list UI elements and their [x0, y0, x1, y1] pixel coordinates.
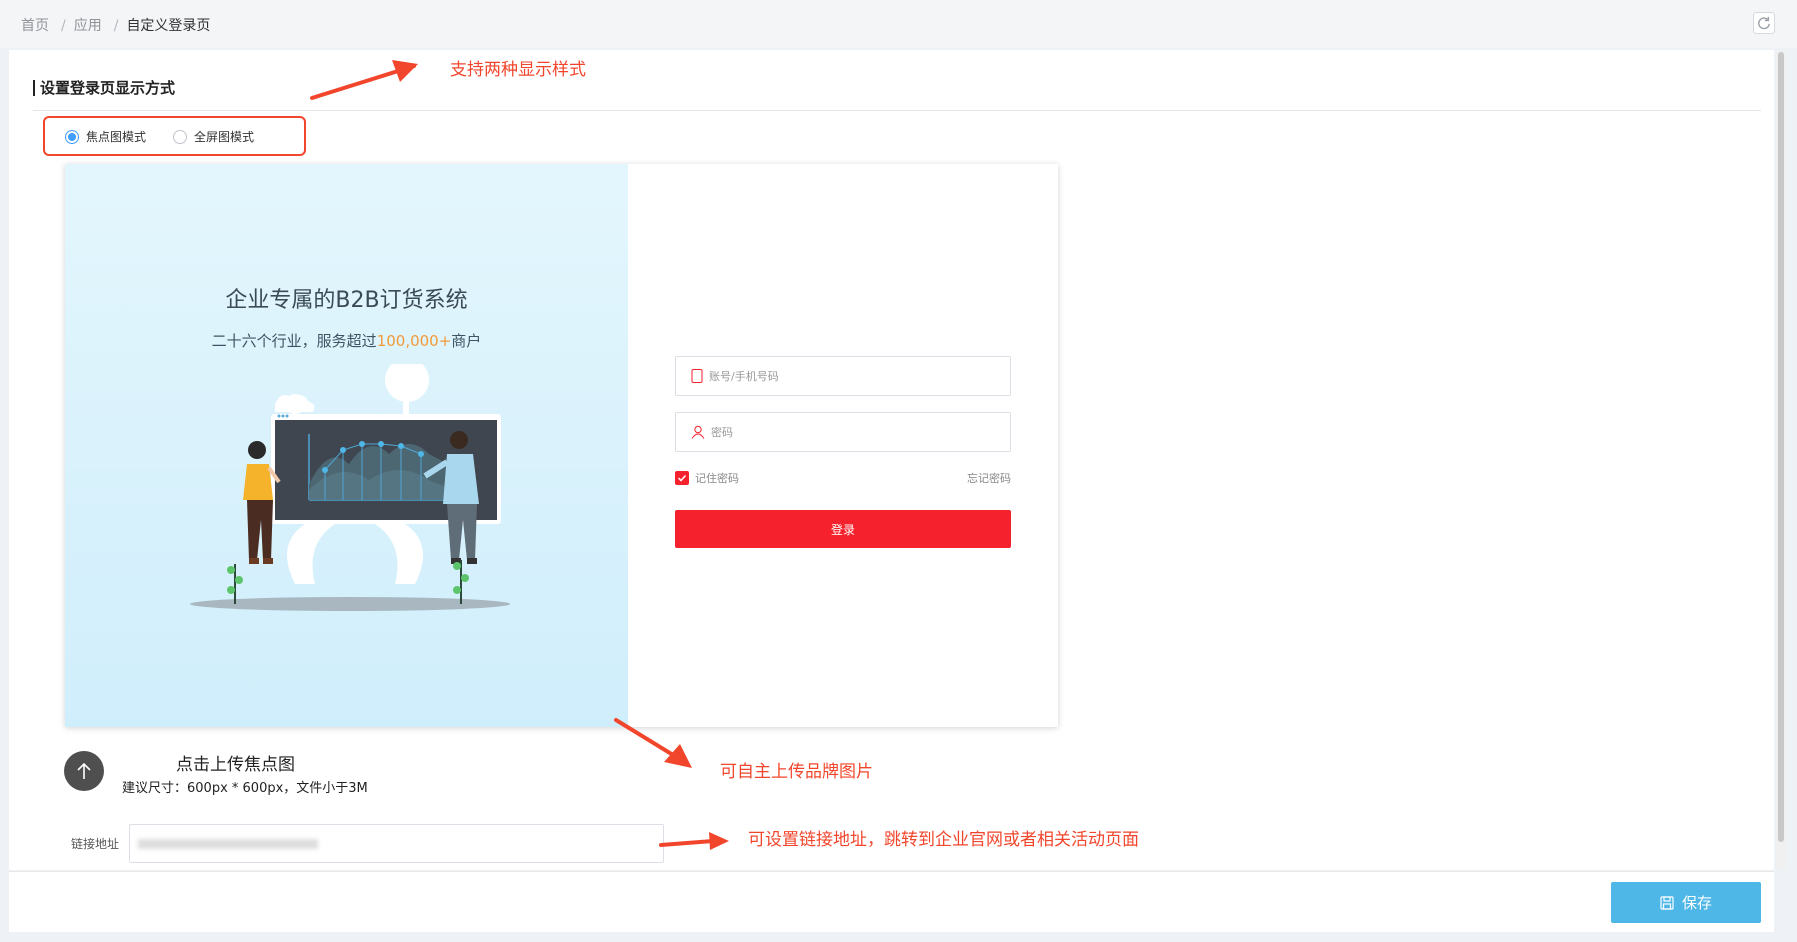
link-input[interactable]	[129, 824, 664, 863]
login-preview: 企业专属的B2B订货系统 二十六个行业，服务超过100,000+商户 账号/手机…	[65, 164, 1058, 727]
breadcrumb-separator: /	[113, 18, 119, 34]
breadcrumb: 首页 / 应用 / 自定义登录页	[21, 15, 218, 35]
radio-fullscreen-mode[interactable]: 全屏图模式	[173, 128, 254, 145]
footer-bar	[9, 872, 1774, 932]
remember-checkbox[interactable]	[675, 471, 689, 485]
preview-subline-prefix: 二十六个行业，服务超过	[211, 332, 377, 350]
radio-focus-mode-circle[interactable]	[65, 129, 79, 144]
remember-label: 记住密码	[695, 472, 739, 485]
password-field[interactable]: 密码	[675, 412, 1011, 452]
annotation-arrow-link	[659, 832, 729, 850]
preview-subline-suffix: 商户	[451, 332, 482, 350]
upload-hint: 建议尺寸：600px * 600px，文件小于3M	[122, 781, 368, 796]
preview-headline: 企业专属的B2B订货系统	[225, 288, 468, 313]
forgot-password-link[interactable]: 忘记密码	[967, 470, 1011, 486]
radio-focus-mode-label: 焦点图模式	[86, 130, 147, 144]
section-title: 设置登录页显示方式	[33, 80, 175, 96]
link-input-blurred-value	[138, 839, 318, 849]
refresh-icon	[1758, 16, 1770, 30]
save-icon	[1660, 895, 1674, 910]
user-icon	[691, 425, 705, 439]
annotation-arrow-brand	[614, 718, 692, 768]
remember-password[interactable]: 记住密码	[675, 470, 739, 486]
breadcrumb-home[interactable]: 首页	[21, 18, 49, 34]
refresh-button[interactable]	[1753, 12, 1775, 34]
top-bar: 首页 / 应用 / 自定义登录页	[0, 0, 1797, 48]
link-label: 链接地址	[71, 837, 120, 851]
radio-fullscreen-mode-circle[interactable]	[173, 129, 187, 144]
breadcrumb-current: 自定义登录页	[126, 18, 211, 34]
phone-icon	[691, 369, 703, 383]
password-placeholder: 密码	[711, 426, 733, 439]
account-field[interactable]: 账号/手机号码	[675, 356, 1011, 396]
save-label: 保存	[1681, 894, 1712, 912]
preview-subline: 二十六个行业，服务超过100,000+商户	[65, 330, 628, 351]
breadcrumb-apps[interactable]: 应用	[74, 18, 102, 34]
display-mode-radio-group: 焦点图模式 全屏图模式	[43, 116, 306, 156]
upload-button[interactable]	[64, 751, 104, 791]
scrollbar-thumb[interactable]	[1778, 52, 1784, 842]
section-divider	[33, 110, 1761, 111]
arrow-up-icon	[77, 762, 91, 779]
login-button[interactable]: 登录	[675, 510, 1011, 548]
annotation-arrow-styles	[310, 60, 418, 100]
breadcrumb-separator: /	[61, 18, 66, 34]
annotation-link: 可设置链接地址，跳转到企业官网或者相关活动页面	[748, 830, 1139, 850]
checkmark-icon	[677, 474, 687, 482]
focus-image-area[interactable]: 企业专属的B2B订货系统 二十六个行业，服务超过100,000+商户	[65, 164, 628, 727]
save-button[interactable]: 保存	[1611, 882, 1761, 923]
preview-subline-highlight: 100,000+	[376, 332, 452, 350]
upload-title[interactable]: 点击上传焦点图	[176, 750, 295, 775]
annotation-brand-image: 可自主上传品牌图片	[720, 762, 873, 782]
account-placeholder: 账号/手机号码	[709, 370, 779, 383]
radio-fullscreen-mode-label: 全屏图模式	[194, 130, 255, 144]
presentation-illustration	[190, 364, 510, 611]
annotation-styles: 支持两种显示样式	[450, 60, 586, 80]
radio-focus-mode[interactable]: 焦点图模式	[65, 128, 146, 145]
